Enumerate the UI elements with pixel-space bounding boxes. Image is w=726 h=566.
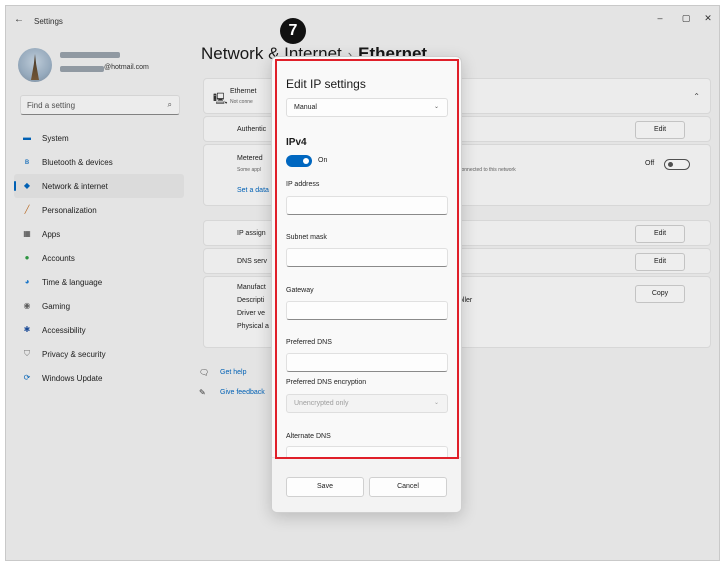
highlight-box xyxy=(275,59,459,459)
save-button[interactable]: Save xyxy=(286,477,364,497)
dialog-footer: Save Cancel xyxy=(272,457,461,512)
cancel-button[interactable]: Cancel xyxy=(369,477,447,497)
step-number-badge: 7 xyxy=(280,18,306,44)
